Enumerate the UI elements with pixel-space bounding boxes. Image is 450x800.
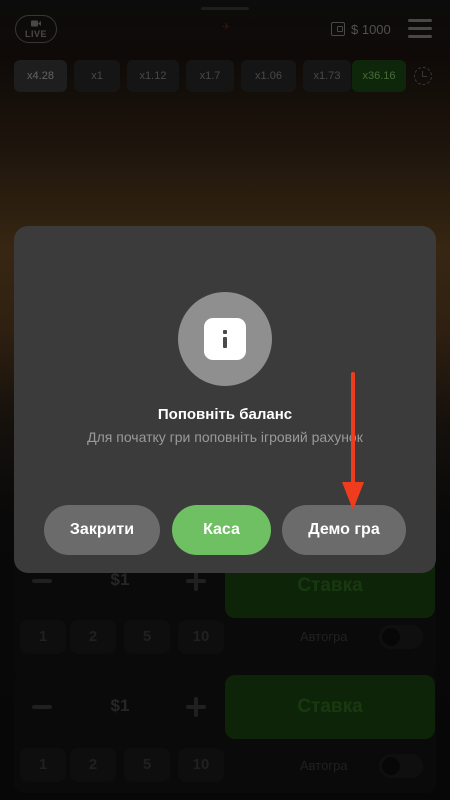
cashier-button[interactable]: Каса	[172, 505, 271, 555]
info-icon	[204, 318, 246, 360]
info-glyph-icon	[223, 330, 227, 348]
game-screen: LIVE ✈ $ 1000 x4.28 x1 x1.12 x1.7 x1.06 …	[0, 0, 450, 800]
info-badge	[178, 292, 272, 386]
annotation-arrow-icon	[342, 372, 364, 510]
close-button[interactable]: Закрити	[44, 505, 160, 555]
